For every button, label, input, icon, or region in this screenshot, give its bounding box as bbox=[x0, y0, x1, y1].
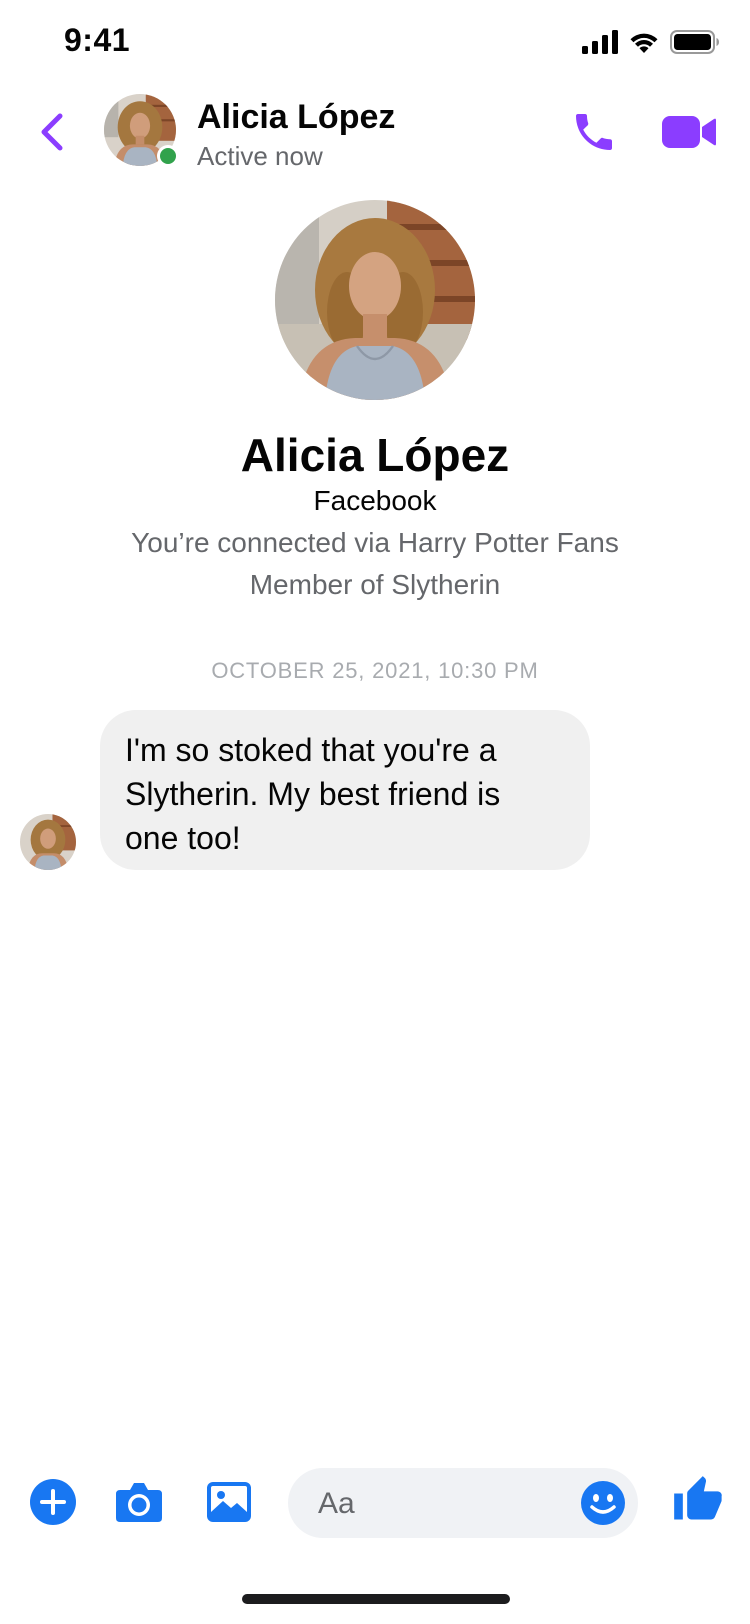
photo-gallery-icon bbox=[207, 1482, 251, 1522]
profile-photo-image bbox=[275, 200, 475, 400]
thumbs-up-button[interactable] bbox=[672, 1474, 724, 1526]
status-icons bbox=[582, 30, 720, 54]
chevron-left-icon bbox=[41, 113, 63, 151]
contact-name[interactable]: Alicia López bbox=[197, 98, 395, 137]
audio-call-button[interactable] bbox=[570, 108, 618, 156]
profile-platform: Facebook bbox=[313, 485, 437, 516]
online-indicator bbox=[157, 145, 179, 167]
profile-membership: Member of Slytherin bbox=[249, 569, 501, 600]
profile-name: Alicia López bbox=[240, 429, 510, 481]
signal-icon bbox=[582, 30, 618, 54]
battery-icon bbox=[670, 30, 719, 54]
plus-circle-icon bbox=[30, 1479, 76, 1525]
contact-avatar[interactable] bbox=[104, 94, 179, 167]
message-bubble[interactable]: I'm so stoked that you're a Slytherin. M… bbox=[100, 710, 590, 870]
emoji-button[interactable] bbox=[580, 1480, 626, 1526]
back-button[interactable] bbox=[34, 108, 68, 156]
message-input[interactable] bbox=[316, 1468, 560, 1540]
video-call-button[interactable] bbox=[662, 112, 716, 152]
thumbs-up-icon bbox=[674, 1476, 722, 1520]
camera-icon bbox=[116, 1483, 162, 1522]
video-camera-icon bbox=[662, 116, 716, 148]
status-time: 9:41 bbox=[64, 22, 131, 58]
message-timestamp: OCTOBER 25, 2021, 10:30 PM bbox=[211, 658, 539, 683]
gallery-button[interactable] bbox=[204, 1477, 254, 1527]
profile-connection: You’re connected via Harry Potter Fans bbox=[131, 527, 619, 558]
emoji-icon bbox=[581, 1481, 625, 1525]
home-indicator[interactable] bbox=[242, 1594, 510, 1604]
wifi-icon bbox=[630, 33, 658, 53]
message-sender-avatar[interactable] bbox=[20, 814, 76, 870]
phone-icon bbox=[576, 114, 612, 150]
message-input-container[interactable] bbox=[288, 1468, 638, 1540]
sender-avatar-image bbox=[20, 814, 76, 870]
active-status: Active now bbox=[197, 141, 323, 171]
camera-button[interactable] bbox=[114, 1477, 164, 1527]
profile-photo[interactable] bbox=[275, 200, 475, 400]
more-actions-button[interactable] bbox=[28, 1477, 78, 1527]
